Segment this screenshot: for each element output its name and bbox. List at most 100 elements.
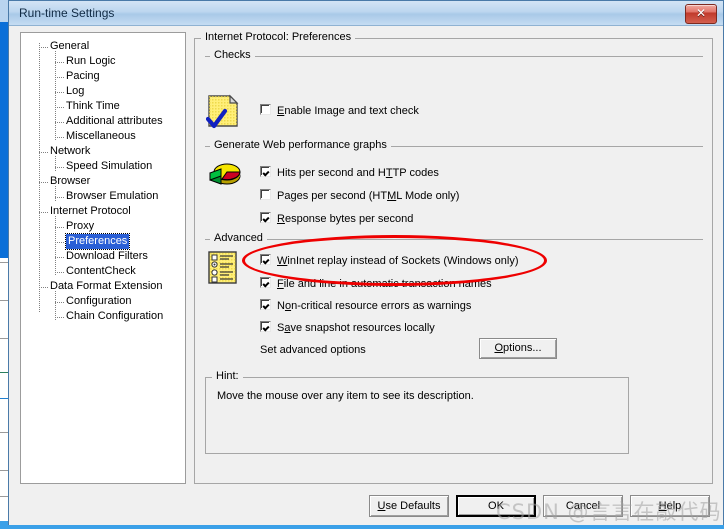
options-button-label: ptions... [503, 342, 542, 354]
ok-button-label: OK [488, 500, 504, 512]
hint-group-label: Hint: [212, 370, 243, 382]
tree-connector [55, 62, 64, 63]
tree-connector [55, 122, 64, 123]
document-check-icon [206, 94, 239, 129]
mnemonic: R [277, 213, 285, 225]
tree-connector [55, 197, 64, 198]
tree-connector [55, 51, 56, 141]
tree-item-internet-protocol[interactable]: Internet Protocol [50, 204, 131, 219]
help-button[interactable]: Help [630, 495, 710, 517]
settings-tree-panel[interactable]: General Run Logic Pacing Log Think Time Addit… [20, 32, 186, 484]
close-button[interactable]: ✕ [685, 4, 717, 24]
checkbox-label: Hits per second and HTTP codes [277, 167, 439, 179]
checks-group-separator [205, 56, 703, 102]
checkbox-row-advanced-0[interactable]: WinInet replay instead of Sockets (Windo… [260, 254, 519, 268]
tree-item-data-format-extension[interactable]: Data Format Extension [50, 279, 163, 294]
tree-item-download-filters[interactable]: Download Filters [66, 249, 148, 264]
run-time-settings-dialog: Run-time Settings ✕ General Run Logic Paci… [8, 0, 724, 527]
hint-group-box [205, 377, 629, 454]
tree-item-network[interactable]: Network [50, 144, 90, 159]
tree-item-think-time[interactable]: Think Time [66, 99, 120, 114]
tree-item-run-logic[interactable]: Run Logic [66, 54, 116, 69]
checkbox-checked-icon[interactable] [260, 212, 271, 223]
advanced-group-label: Advanced [210, 232, 267, 244]
tree-item-miscellaneous[interactable]: Miscellaneous [66, 129, 136, 144]
mnemonic: a [284, 322, 291, 334]
dialog-client-area: General Run Logic Pacing Log Think Time Addit… [9, 26, 723, 526]
tree-connector [55, 242, 64, 243]
mnemonic: o [284, 300, 292, 312]
tree-item-browser[interactable]: Browser [50, 174, 90, 189]
checkbox-row-graphs-0[interactable]: Hits per second and HTTP codes [260, 166, 439, 180]
tree-connector [55, 92, 64, 93]
checkbox-unchecked-icon[interactable] [260, 104, 271, 115]
pie-chart-icon [209, 163, 241, 185]
checkbox-label: File and line in automatic transaction n… [277, 278, 492, 290]
options-button-mnemonic: O [494, 342, 504, 354]
mnemonic: W [277, 255, 288, 267]
ok-button[interactable]: OK [456, 495, 536, 517]
settings-tree[interactable]: General Run Logic Pacing Log Think Time Addit… [21, 33, 185, 483]
tree-connector [39, 152, 48, 153]
tree-connector [55, 107, 64, 108]
checkbox-label: Enable Image and text check [277, 105, 419, 117]
checkbox-label: Non-critical resource errors as warnings [277, 300, 472, 312]
screen: Run-time Settings ✕ General Run Logic Paci… [0, 0, 724, 529]
title-bar[interactable]: Run-time Settings ✕ [9, 1, 723, 26]
tree-item-additional-attributes[interactable]: Additional attributes [66, 114, 163, 129]
checkbox-row-graphs-2[interactable]: Response bytes per second [260, 212, 413, 226]
tree-item-proxy[interactable]: Proxy [66, 219, 94, 234]
checkbox-label: Pages per second (HTML Mode only) [277, 190, 460, 202]
tree-connector [55, 291, 56, 321]
options-button[interactable]: Options... [479, 338, 557, 359]
tree-connector [55, 317, 64, 318]
preferences-group-label: Internet Protocol: Preferences [201, 31, 356, 43]
cancel-button[interactable]: Cancel [543, 495, 623, 517]
checkbox-checked-icon[interactable] [260, 299, 271, 310]
form-list-icon [208, 251, 237, 284]
tree-item-chain-configuration[interactable]: Chain Configuration [66, 309, 163, 324]
cancel-button-label: Cancel [565, 500, 601, 512]
background-window-sliver [0, 0, 8, 529]
tree-connector [55, 302, 64, 303]
tree-item-speed-simulation[interactable]: Speed Simulation [66, 159, 152, 174]
checkbox-checked-icon[interactable] [260, 254, 271, 265]
checkbox-label: WinInet replay instead of Sockets (Windo… [277, 255, 519, 267]
tree-item-browser-emulation[interactable]: Browser Emulation [66, 189, 158, 204]
tree-connector [39, 287, 48, 288]
checkbox-checked-icon[interactable] [260, 166, 271, 177]
mnemonic: U [377, 500, 386, 512]
tree-item-contentcheck[interactable]: ContentCheck [66, 264, 136, 279]
checkbox-row-graphs-1[interactable]: Pages per second (HTML Mode only) [260, 189, 459, 203]
tree-item-preferences[interactable]: Preferences [64, 233, 131, 250]
tree-connector [55, 167, 64, 168]
tree-connector [39, 182, 48, 183]
checkbox-row-advanced-3[interactable]: Save snapshot resources locally [260, 321, 435, 335]
checks-group-label: Checks [210, 49, 255, 61]
checkbox-checked-icon[interactable] [260, 321, 271, 332]
advanced-group-separator [205, 239, 703, 241]
checkbox-row-advanced-1[interactable]: File and line in automatic transaction n… [260, 277, 492, 291]
checkbox-label: Response bytes per second [277, 213, 414, 225]
use-defaults-button[interactable]: Use Defaults [369, 495, 449, 517]
mnemonic: H [658, 500, 667, 512]
tree-item-log[interactable]: Log [66, 84, 84, 99]
set-advanced-options-label: Set advanced options [260, 344, 366, 356]
tree-connector [55, 156, 56, 171]
checkbox-unchecked-icon[interactable] [260, 189, 271, 200]
graphs-group-label: Generate Web performance graphs [210, 139, 391, 151]
close-icon: ✕ [695, 6, 707, 20]
tree-item-pacing[interactable]: Pacing [66, 69, 100, 84]
tree-connector [39, 212, 48, 213]
checkbox-row-advanced-2[interactable]: Non-critical resource errors as warnings [260, 299, 471, 313]
tree-connector [55, 257, 64, 258]
checkbox-checked-icon[interactable] [260, 277, 271, 288]
tree-connector [55, 137, 64, 138]
mnemonic: M [387, 190, 397, 202]
tree-connector [39, 47, 48, 48]
tree-connector [55, 186, 56, 201]
checkbox-row-checks-0[interactable]: Enable Image and text check [260, 104, 419, 118]
background-window-bottom-strip [0, 525, 724, 529]
window-title: Run-time Settings [19, 6, 115, 20]
tree-item-configuration[interactable]: Configuration [66, 294, 131, 309]
